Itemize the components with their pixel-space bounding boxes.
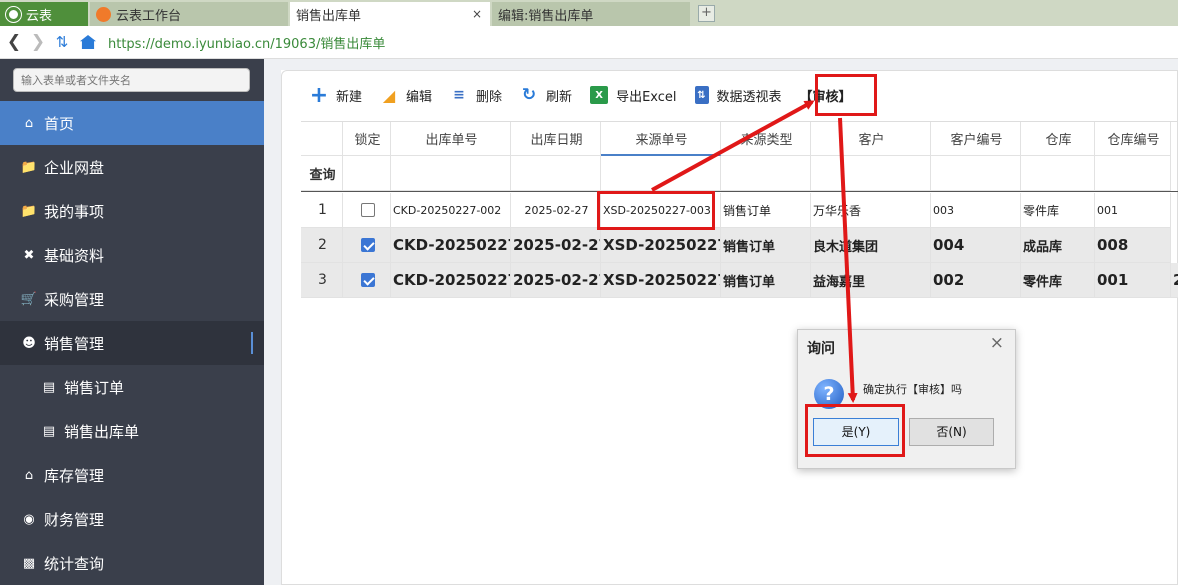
annotation-arrows (651, 100, 858, 403)
arrow-to-audit (651, 100, 815, 192)
arrow-to-yes (838, 117, 858, 403)
